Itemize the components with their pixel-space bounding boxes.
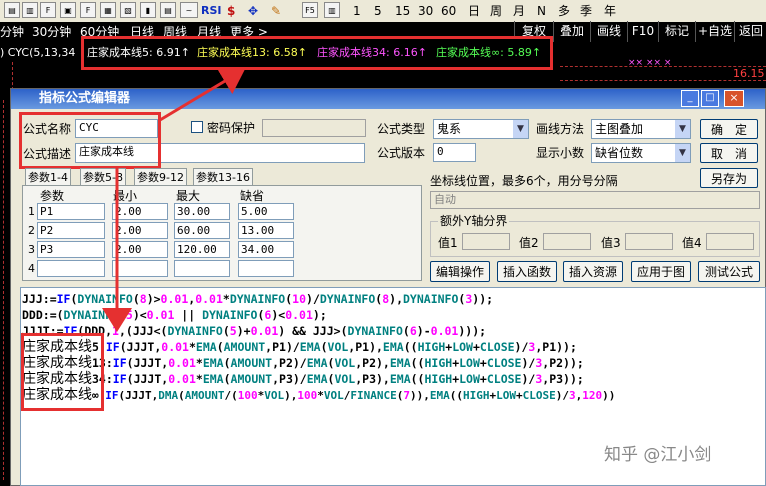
- annotation-arrows: [102, 68, 246, 332]
- arrow-to-values: [159, 68, 246, 122]
- watermark: 知乎 @江小剑: [604, 445, 712, 465]
